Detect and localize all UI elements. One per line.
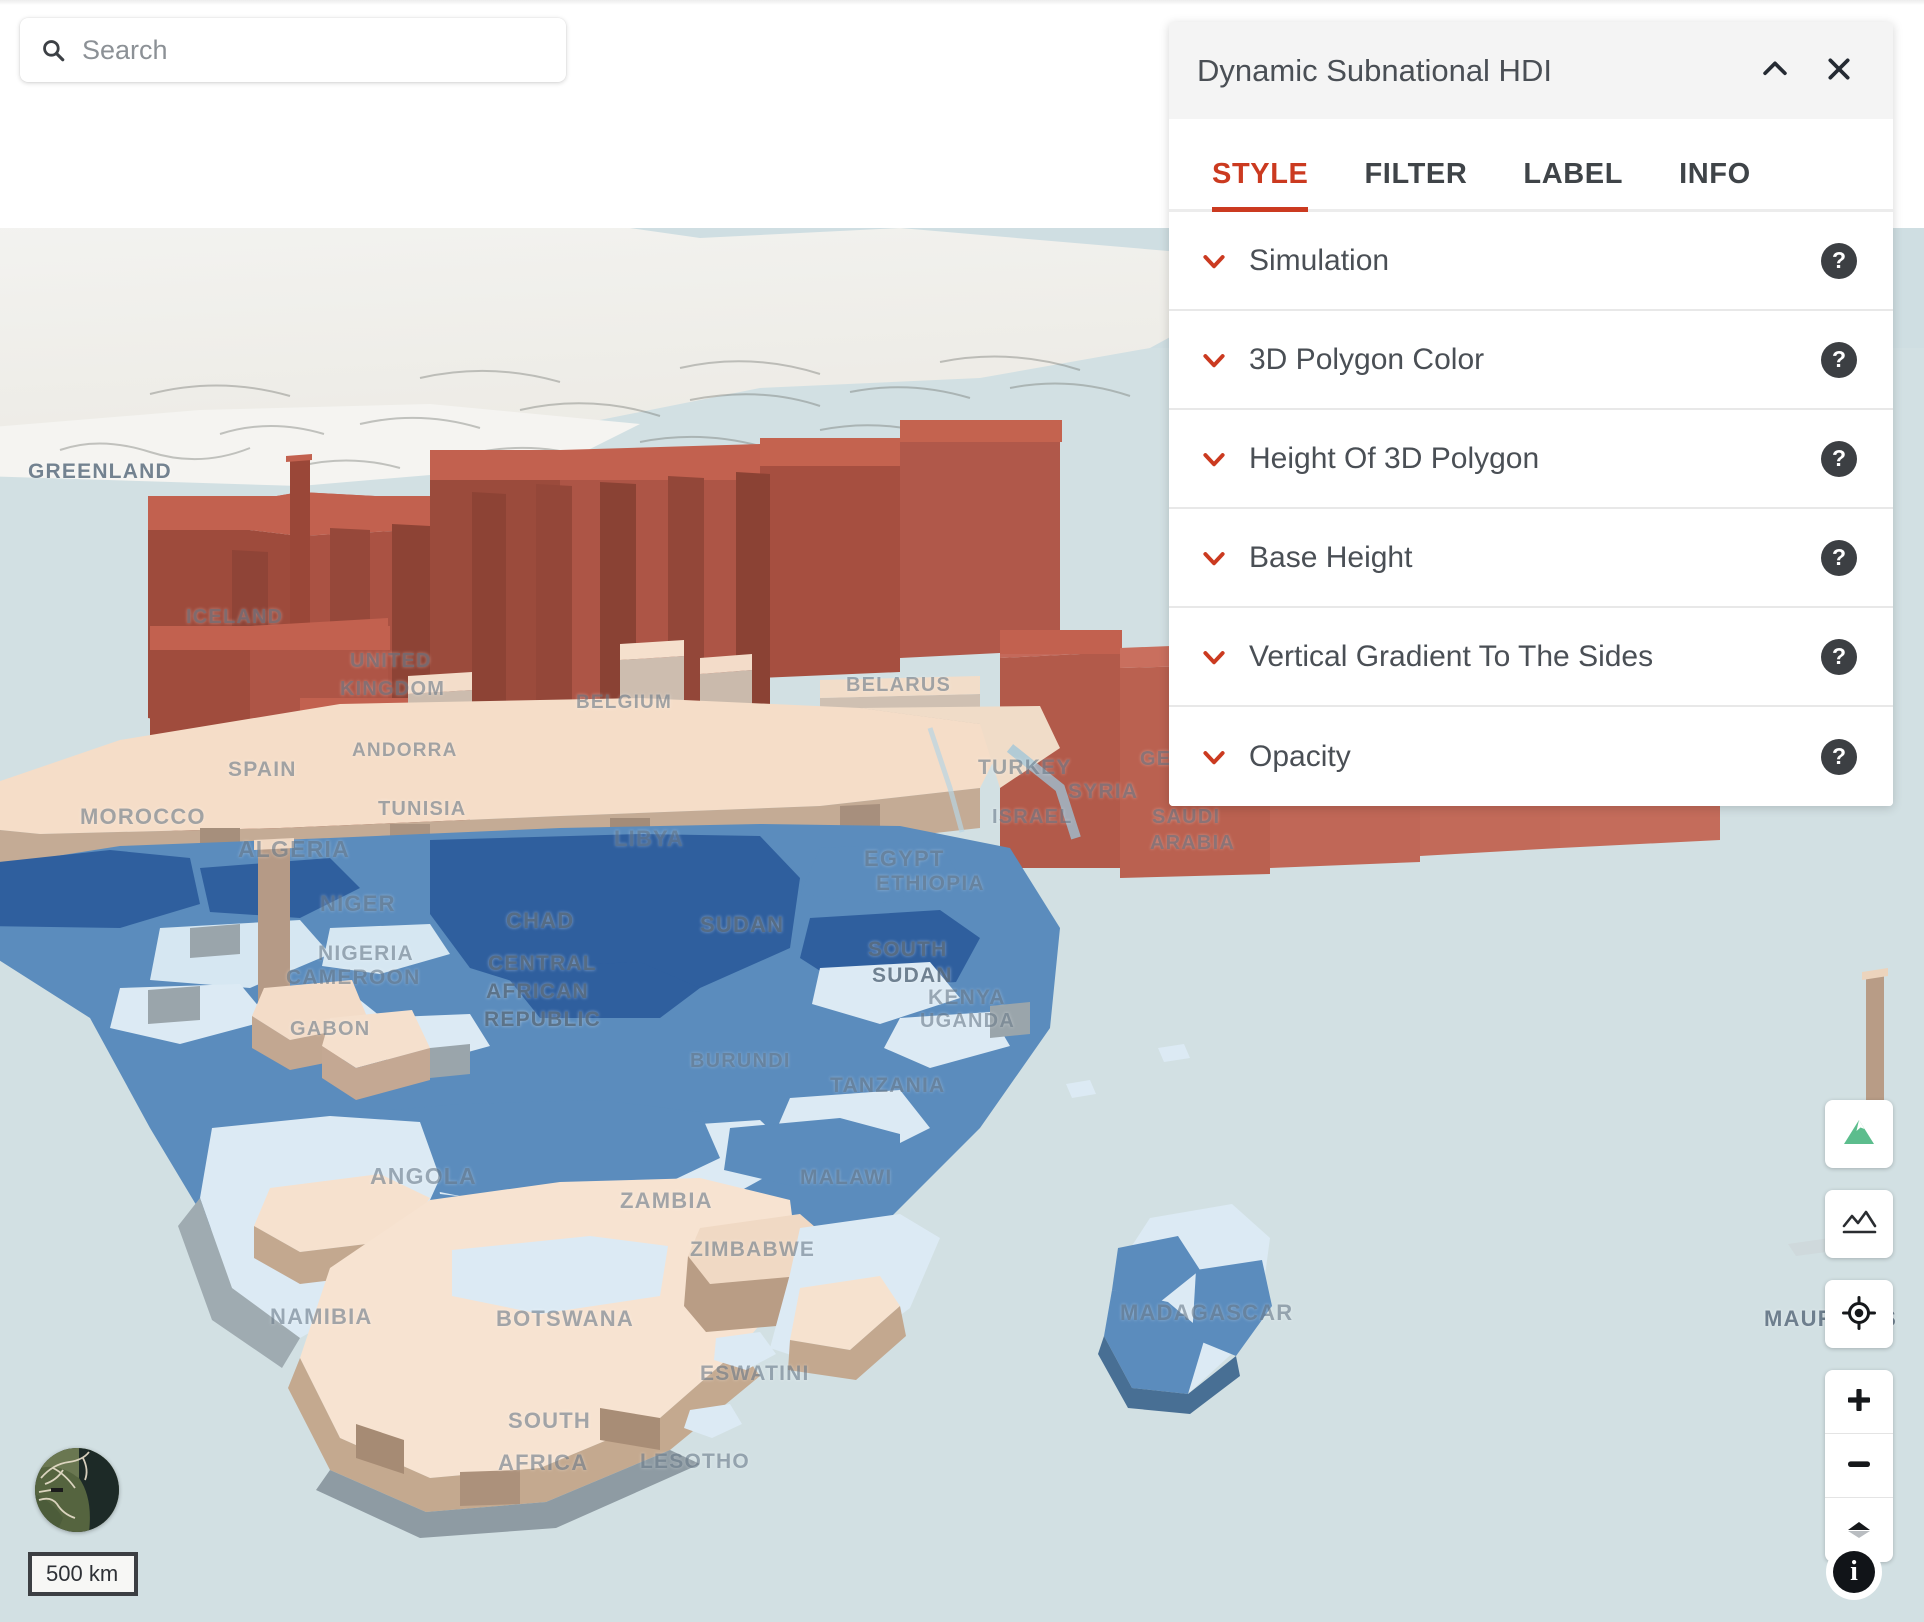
help-icon[interactable]: ? <box>1821 243 1857 279</box>
crosshair-target-icon <box>1839 1293 1879 1336</box>
minus-icon <box>1842 1447 1876 1484</box>
plus-icon <box>1842 1383 1876 1420</box>
chevron-down-icon <box>1197 442 1231 476</box>
scale-bar: 500 km <box>28 1556 138 1596</box>
style-section-height-of-3d-polygon[interactable]: Height Of 3D Polygon? <box>1169 410 1893 509</box>
scale-bar-label: 500 km <box>46 1561 118 1587</box>
map-application: GREENLANDICELANDUNITEDKINGDOMBELGIUMBELA… <box>0 0 1924 1622</box>
zoom-control-stack <box>1825 1370 1893 1562</box>
search-icon <box>40 37 66 63</box>
panel-tabs: STYLE FILTER LABEL INFO <box>1169 119 1893 212</box>
style-section-vertical-gradient-to-the-sides[interactable]: Vertical Gradient To The Sides? <box>1169 608 1893 707</box>
style-section-base-height[interactable]: Base Height? <box>1169 509 1893 608</box>
panel-close-button[interactable] <box>1819 51 1859 91</box>
chevron-down-icon <box>1197 343 1231 377</box>
search-input[interactable] <box>82 35 546 66</box>
close-icon <box>1823 53 1855 88</box>
tab-label[interactable]: LABEL <box>1523 158 1623 209</box>
chevron-up-icon <box>1758 52 1792 89</box>
help-icon[interactable]: ? <box>1821 540 1857 576</box>
terrain-toggle-button[interactable] <box>1825 1100 1893 1168</box>
chevron-down-icon <box>1197 740 1231 774</box>
panel-collapse-button[interactable] <box>1755 51 1795 91</box>
green-mountain-icon <box>1839 1113 1879 1156</box>
tab-info[interactable]: INFO <box>1679 158 1751 209</box>
style-section-simulation[interactable]: Simulation? <box>1169 212 1893 311</box>
tab-filter[interactable]: FILTER <box>1364 158 1467 209</box>
locate-button[interactable] <box>1825 1280 1893 1348</box>
style-section-3d-polygon-color[interactable]: 3D Polygon Color? <box>1169 311 1893 410</box>
chevron-down-icon <box>1197 640 1231 674</box>
zoom-out-button[interactable] <box>1825 1434 1893 1498</box>
search-box[interactable] <box>20 18 566 82</box>
help-icon[interactable]: ? <box>1821 739 1857 775</box>
map-info-button[interactable]: i <box>1826 1544 1882 1600</box>
help-icon[interactable]: ? <box>1821 342 1857 378</box>
panel-header: Dynamic Subnational HDI <box>1169 22 1893 119</box>
style-section-opacity[interactable]: Opacity? <box>1169 707 1893 806</box>
hillshade-button[interactable] <box>1825 1190 1893 1258</box>
style-section-label: Simulation <box>1249 244 1821 278</box>
info-icon: i <box>1833 1551 1875 1593</box>
chevron-down-icon <box>1197 541 1231 575</box>
layer-style-panel: Dynamic Subnational HDI <box>1169 22 1893 806</box>
panel-title: Dynamic Subnational HDI <box>1197 53 1755 89</box>
scale-bar-rule <box>28 1552 138 1556</box>
map-controls <box>1825 1100 1893 1562</box>
style-section-label: Base Height <box>1249 541 1821 575</box>
chevron-down-icon <box>1197 244 1231 278</box>
style-section-label: Vertical Gradient To The Sides <box>1249 640 1821 674</box>
style-section-label: Opacity <box>1249 740 1821 774</box>
zoom-in-button[interactable] <box>1825 1370 1893 1434</box>
tab-style[interactable]: STYLE <box>1212 158 1308 209</box>
basemap-thumbnail[interactable] <box>35 1448 119 1532</box>
tilt-compass-icon <box>1842 1512 1876 1549</box>
style-section-label: 3D Polygon Color <box>1249 343 1821 377</box>
header-hairline <box>0 0 1924 5</box>
style-section-label: Height Of 3D Polygon <box>1249 442 1821 476</box>
panel-header-buttons <box>1755 51 1859 91</box>
help-icon[interactable]: ? <box>1821 441 1857 477</box>
help-icon[interactable]: ? <box>1821 639 1857 675</box>
style-sections-list: Simulation?3D Polygon Color?Height Of 3D… <box>1169 212 1893 806</box>
mountain-range-icon <box>1839 1203 1879 1246</box>
